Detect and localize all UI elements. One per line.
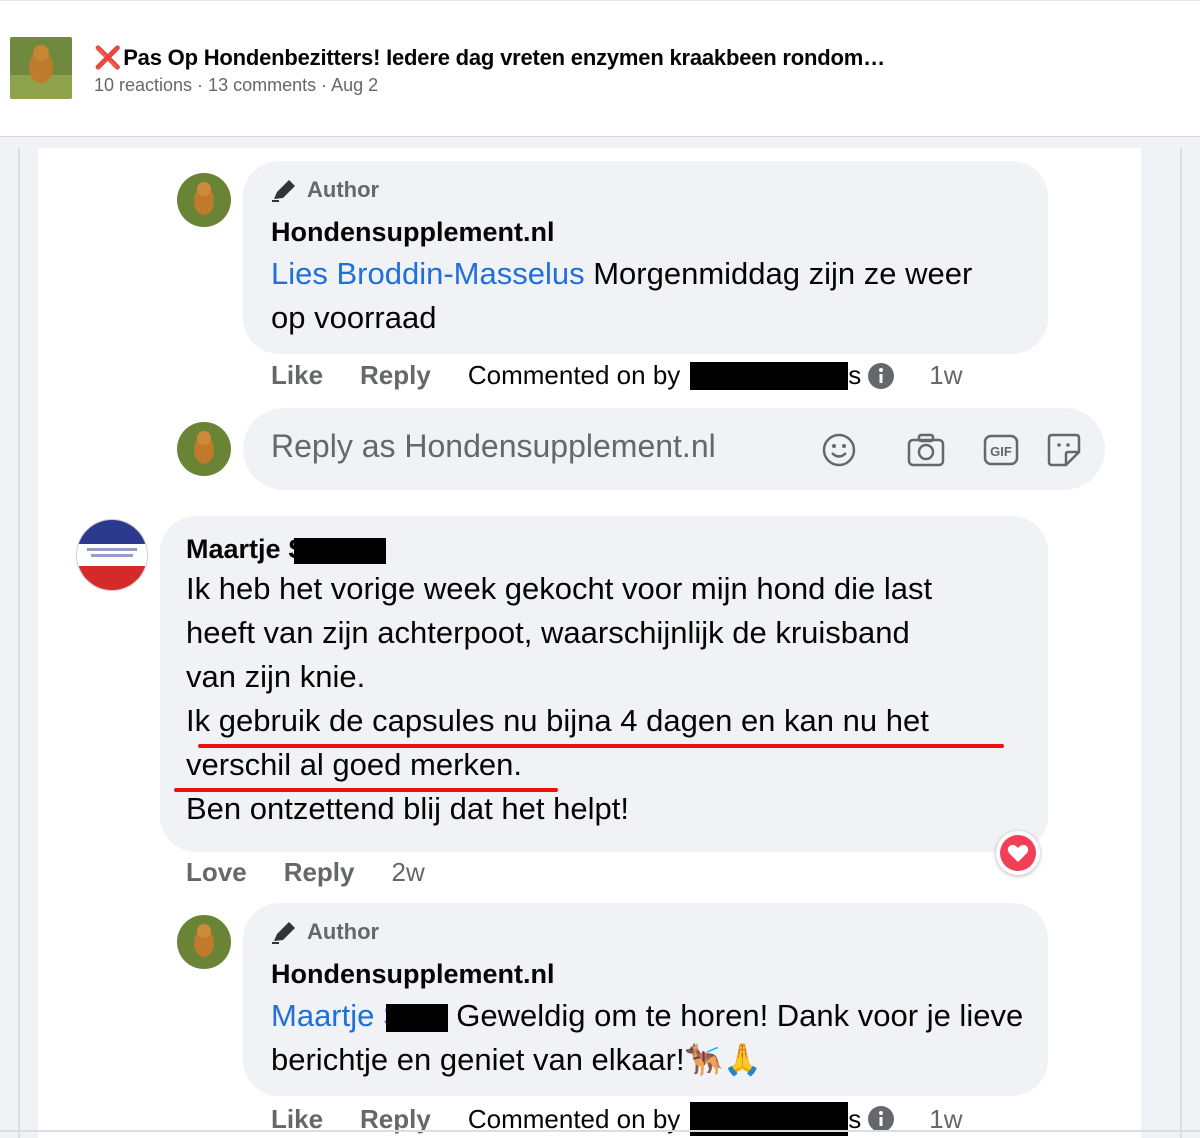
info-icon[interactable]: [867, 362, 895, 390]
smiley-icon[interactable]: [821, 432, 857, 468]
red-underline: [198, 744, 1004, 748]
redaction-bar: [690, 361, 849, 390]
comment-actions: Love Reply 2w: [186, 857, 425, 888]
comment-time[interactable]: 2w: [392, 857, 425, 888]
comment-author-name[interactable]: Hondensupplement.nl: [271, 217, 1020, 248]
comment-author-name[interactable]: Hondensupplement.nl: [271, 959, 1020, 990]
info-icon[interactable]: [867, 1105, 895, 1133]
love-reaction-badge[interactable]: [996, 831, 1040, 875]
redaction-bar: [294, 537, 387, 564]
comment-line-highlighted: Ik gebruik de capsules nu bijna 4 dagen …: [186, 703, 929, 738]
author-badge: Author: [271, 177, 1020, 203]
author-badge: Author: [271, 919, 1020, 945]
avatar[interactable]: [76, 519, 148, 591]
comment-line: Ik heb het vorige week gekocht voor mijn…: [186, 571, 933, 606]
redaction-bar: [385, 1003, 448, 1032]
bottom-divider: [0, 1130, 1200, 1132]
comment-line: Ben ontzettend blij dat het helpt!: [186, 791, 629, 826]
like-button[interactable]: Like: [271, 360, 323, 391]
comment-time[interactable]: 1w: [929, 360, 962, 391]
cross-mark-icon: ❌: [94, 45, 122, 70]
comment-bubble: Author Hondensupplement.nl Lies Broddin-…: [243, 161, 1048, 354]
reply-button[interactable]: Reply: [360, 360, 431, 391]
comment-line-highlighted: verschil al goed merken.: [186, 747, 522, 782]
camera-icon[interactable]: [907, 432, 945, 468]
emoji-dog-pray: 🐕‍🦺🙏: [684, 1042, 762, 1077]
avatar[interactable]: [177, 422, 231, 476]
comment-bubble: Author Hondensupplement.nl Maartje S Gew…: [243, 903, 1048, 1096]
post-thumbnail[interactable]: [10, 37, 72, 99]
reply-placeholder: Reply as Hondensupplement.nl: [271, 428, 716, 464]
comment-text: Lies Broddin-Masselus Morgenmiddag zijn …: [271, 256, 973, 335]
comment-line: van zijn knie.: [186, 659, 366, 694]
comment-text: Maartje S Geweldig om te horen! Dank voo…: [271, 998, 1024, 1077]
avatar[interactable]: [177, 915, 231, 969]
mention-link[interactable]: Lies Broddin-Masselus: [271, 256, 585, 291]
right-divider: [1180, 148, 1182, 1138]
post-meta: 10 reactions · 13 comments · Aug 2: [94, 75, 379, 95]
sticker-icon[interactable]: [1046, 432, 1082, 468]
author-label: Author: [307, 177, 380, 202]
post-title[interactable]: ❌Pas Op Hondenbezitters! Iedere dag vret…: [94, 45, 885, 71]
reply-button[interactable]: Reply: [284, 857, 355, 888]
pencil-icon: [272, 180, 295, 202]
mention-link[interactable]: Maartje S: [271, 998, 448, 1033]
comment-bubble: Maartje S Ik heb het vorige week gekocht…: [160, 516, 1048, 852]
gif-icon[interactable]: GIF: [983, 432, 1019, 468]
post-header: ❌Pas Op Hondenbezitters! Iedere dag vret…: [0, 0, 1200, 137]
comment-author-name[interactable]: Maartje S: [186, 534, 1022, 565]
red-underline: [174, 788, 558, 792]
pencil-icon: [272, 922, 295, 944]
author-label: Author: [307, 919, 380, 944]
svg-text:GIF: GIF: [990, 444, 1012, 459]
heart-icon: [1000, 835, 1036, 871]
post-title-text: Pas Op Hondenbezitters! Iedere dag vrete…: [123, 45, 885, 70]
avatar[interactable]: [177, 173, 231, 227]
love-button[interactable]: Love: [186, 857, 247, 888]
comment-actions: Like Reply Commented on by s 1w: [271, 360, 963, 391]
left-divider: [18, 148, 20, 1138]
comment-line: heeft van zijn achterpoot, waarschijnlij…: [186, 615, 910, 650]
reply-input[interactable]: Reply as Hondensupplement.nl GIF: [243, 408, 1105, 490]
commented-tail: s: [848, 360, 862, 390]
commented-on-by-label: Commented on by: [467, 360, 681, 390]
